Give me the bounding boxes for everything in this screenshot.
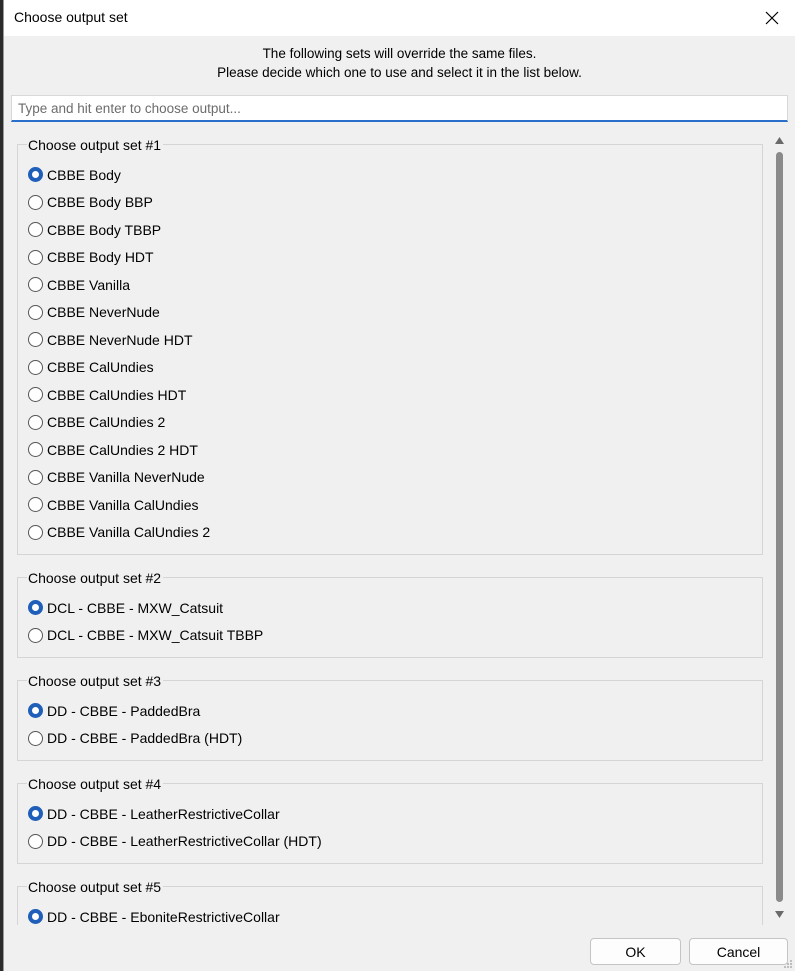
- radio-option-label: DD - CBBE - PaddedBra: [47, 702, 201, 719]
- scrollbar-thumb[interactable]: [776, 152, 783, 902]
- radio-group: DD - CBBE - LeatherRestrictiveCollar DD -…: [18, 784, 762, 863]
- radio-option[interactable]: CBBE Body HDT: [28, 244, 762, 272]
- message-line-2: Please decide which one to use and selec…: [217, 65, 582, 80]
- radio-button[interactable]: [28, 277, 43, 293]
- radio-button[interactable]: [28, 833, 43, 849]
- radio-option[interactable]: DD - CBBE - LeatherRestrictiveCollar: [28, 800, 762, 828]
- radio-option[interactable]: CBBE NeverNude HDT: [28, 326, 762, 354]
- radio-option[interactable]: DD - CBBE - PaddedBra: [28, 697, 762, 725]
- radio-option[interactable]: CBBE Vanilla: [28, 271, 762, 299]
- radio-button[interactable]: [28, 304, 43, 320]
- radio-option-label: DD - CBBE - PaddedBra (HDT): [47, 730, 243, 747]
- radio-option[interactable]: CBBE NeverNude: [28, 299, 762, 327]
- radio-option-label: CBBE Vanilla NeverNude: [47, 469, 205, 486]
- radio-group: CBBE Body CBBE Body BBP CBBE Body TBBP CBBE…: [18, 145, 762, 554]
- search-input[interactable]: [11, 95, 788, 122]
- radio-button-checked[interactable]: [28, 703, 43, 719]
- radio-button-checked[interactable]: [28, 909, 43, 925]
- radio-option-label: CBBE Vanilla CalUndies 2: [47, 524, 211, 541]
- radio-option-label: CBBE Vanilla: [47, 276, 131, 293]
- radio-option-label: CBBE Body TBBP: [47, 221, 162, 238]
- radio-option[interactable]: CBBE CalUndies: [28, 354, 762, 382]
- group-title: Choose output set #3: [27, 673, 164, 689]
- scroll-down-icon: [775, 911, 784, 918]
- radio-button[interactable]: [28, 387, 43, 403]
- scroll-up-button[interactable]: [771, 132, 788, 149]
- radio-group: DCL - CBBE - MXW_Catsuit DCL - CBBE - MXW…: [18, 578, 762, 657]
- radio-button[interactable]: [28, 359, 43, 375]
- radio-button[interactable]: [28, 442, 43, 458]
- radio-button[interactable]: [28, 497, 43, 513]
- output-set-groups: Choose output set #1 CBBE Body CBBE Body B…: [11, 130, 771, 925]
- close-icon: [765, 11, 779, 25]
- output-set-group: Choose output set #1 CBBE Body CBBE Body B…: [17, 137, 763, 555]
- radio-option-label: CBBE Body BBP: [47, 194, 153, 211]
- radio-option[interactable]: DCL - CBBE - MXW_Catsuit TBBP: [28, 622, 762, 650]
- scroll-down-button[interactable]: [771, 906, 788, 923]
- resize-grip-icon[interactable]: [783, 959, 793, 969]
- radio-option-label: CBBE Body HDT: [47, 249, 154, 266]
- radio-option[interactable]: CBBE CalUndies 2: [28, 409, 762, 437]
- output-set-group: Choose output set #3 DD - CBBE - PaddedBr…: [17, 673, 763, 761]
- radio-button[interactable]: [28, 627, 43, 643]
- radio-option[interactable]: DD - CBBE - LeatherRestrictiveCollar (HD…: [28, 828, 762, 856]
- radio-option-label: CBBE NeverNude HDT: [47, 331, 193, 348]
- group-title: Choose output set #5: [27, 879, 164, 895]
- radio-option-label: DD - CBBE - LeatherRestrictiveCollar: [47, 805, 280, 822]
- vertical-scrollbar[interactable]: [771, 130, 788, 925]
- radio-option-label: CBBE Vanilla CalUndies: [47, 496, 199, 513]
- radio-option[interactable]: CBBE Body BBP: [28, 189, 762, 217]
- radio-button[interactable]: [28, 194, 43, 210]
- radio-option[interactable]: DD - CBBE - PaddedBra (HDT): [28, 725, 762, 753]
- radio-option[interactable]: CBBE Body: [28, 161, 762, 189]
- cancel-button[interactable]: Cancel: [689, 938, 788, 965]
- radio-option[interactable]: DCL - CBBE - MXW_Catsuit: [28, 594, 762, 622]
- radio-option[interactable]: CBBE Vanilla CalUndies 2: [28, 519, 762, 547]
- radio-option-label: DCL - CBBE - MXW_Catsuit: [47, 599, 224, 616]
- radio-option[interactable]: CBBE CalUndies 2 HDT: [28, 436, 762, 464]
- radio-button[interactable]: [28, 414, 43, 430]
- radio-group: DD - CBBE - PaddedBra DD - CBBE - PaddedB…: [18, 681, 762, 760]
- ok-button[interactable]: OK: [590, 938, 681, 965]
- radio-option-label: CBBE Body: [47, 166, 121, 183]
- title-bar: Choose output set: [4, 0, 795, 36]
- radio-option[interactable]: CBBE CalUndies HDT: [28, 381, 762, 409]
- close-button[interactable]: [749, 0, 795, 36]
- radio-option-label: CBBE CalUndies 2 HDT: [47, 441, 198, 458]
- radio-option-label: CBBE CalUndies HDT: [47, 386, 187, 403]
- window-title: Choose output set: [14, 9, 128, 25]
- radio-button[interactable]: [28, 332, 43, 348]
- radio-option[interactable]: CBBE Body TBBP: [28, 216, 762, 244]
- output-set-group: Choose output set #4 DD - CBBE - LeatherR…: [17, 776, 763, 864]
- radio-option[interactable]: CBBE Vanilla NeverNude: [28, 464, 762, 492]
- radio-button[interactable]: [28, 222, 43, 238]
- group-title: Choose output set #4: [27, 776, 164, 792]
- radio-option-label: DD - CBBE - LeatherRestrictiveCollar (HD…: [47, 833, 322, 850]
- radio-button-checked[interactable]: [28, 600, 43, 616]
- message-line-1: The following sets will override the sam…: [262, 46, 537, 61]
- radio-button[interactable]: [28, 469, 43, 485]
- dialog-window: Choose output set The following sets wil…: [3, 0, 795, 971]
- instruction-message: The following sets will override the sam…: [4, 44, 795, 82]
- radio-button[interactable]: [28, 524, 43, 540]
- radio-button[interactable]: [28, 730, 43, 746]
- radio-button-checked[interactable]: [28, 806, 43, 822]
- output-set-group: Choose output set #5 DD - CBBE - EboniteR…: [17, 879, 763, 925]
- radio-button[interactable]: [28, 249, 43, 265]
- radio-option-label: DD - CBBE - EboniteRestrictiveCollar: [47, 908, 280, 925]
- radio-option[interactable]: DD - CBBE - EboniteRestrictiveCollar: [28, 903, 762, 925]
- scroll-up-icon: [775, 137, 784, 144]
- radio-option-label: DCL - CBBE - MXW_Catsuit TBBP: [47, 627, 264, 644]
- output-sets-list: Choose output set #1 CBBE Body CBBE Body B…: [11, 130, 788, 925]
- group-title: Choose output set #2: [27, 570, 164, 586]
- group-title: Choose output set #1: [27, 137, 164, 153]
- radio-option-label: CBBE CalUndies: [47, 359, 154, 376]
- output-set-group: Choose output set #2 DCL - CBBE - MXW_Cat…: [17, 570, 763, 658]
- radio-option-label: CBBE CalUndies 2: [47, 414, 166, 431]
- radio-button-checked[interactable]: [28, 167, 43, 183]
- radio-option[interactable]: CBBE Vanilla CalUndies: [28, 491, 762, 519]
- radio-option-label: CBBE NeverNude: [47, 304, 160, 321]
